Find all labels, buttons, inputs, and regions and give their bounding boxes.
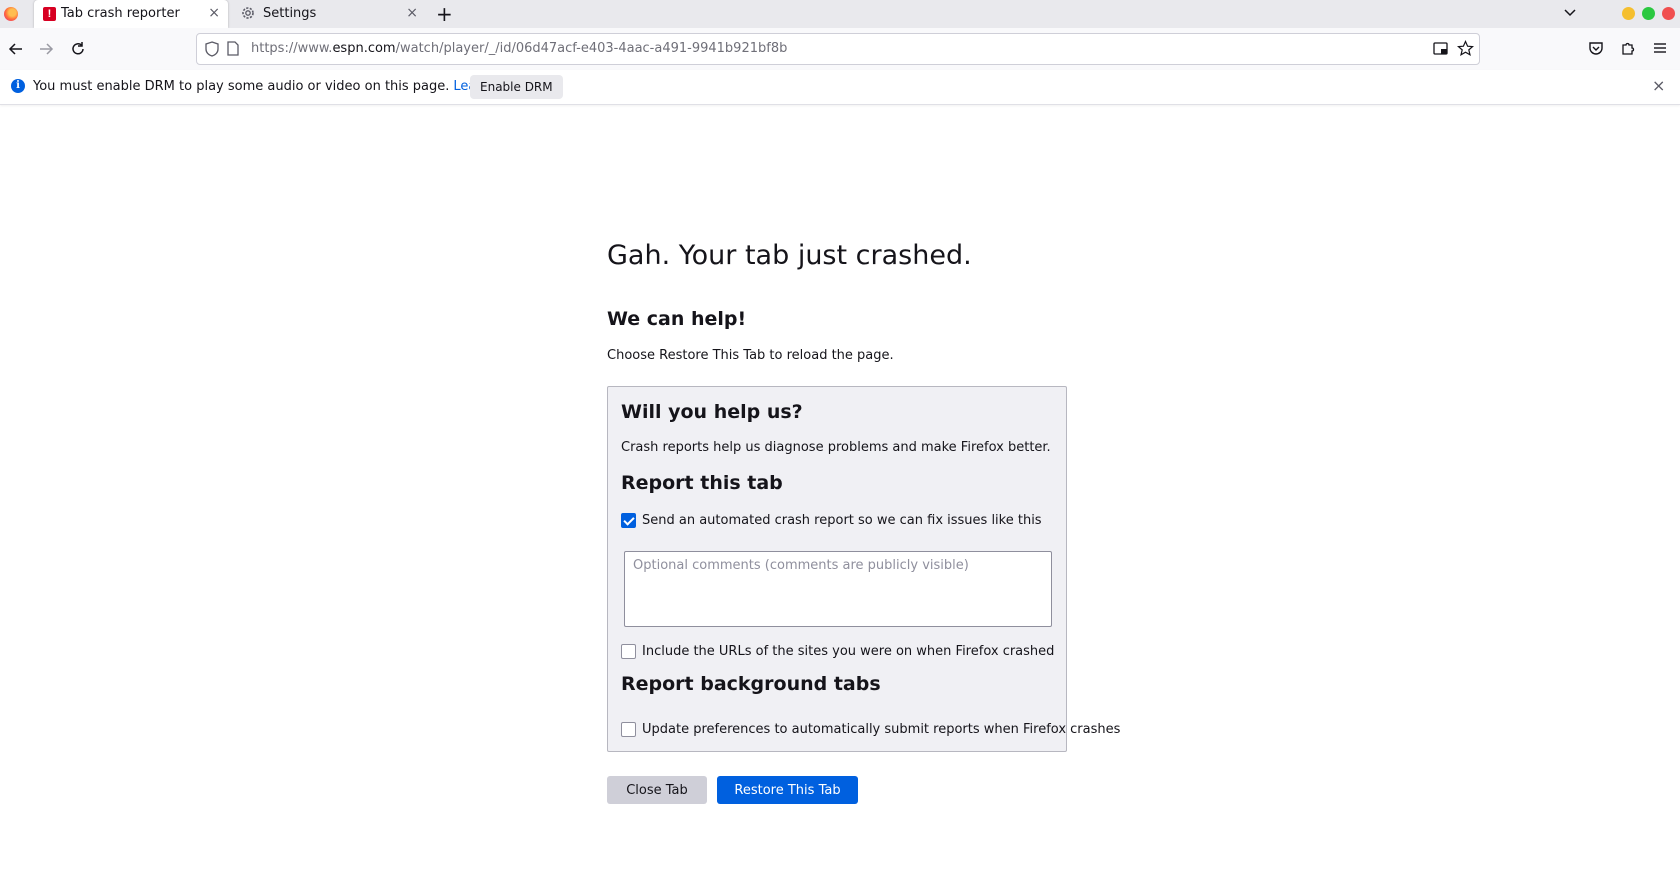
maximize-button[interactable] xyxy=(1642,7,1655,20)
close-notification-icon[interactable]: × xyxy=(1652,76,1665,95)
send-report-label[interactable]: Send an automated crash report so we can… xyxy=(642,513,1042,528)
info-icon: i xyxy=(11,79,25,93)
tracking-shield-icon[interactable] xyxy=(205,41,219,57)
send-report-checkbox[interactable] xyxy=(621,513,636,528)
crash-report-box: Will you help us? Crash reports help us … xyxy=(607,386,1120,752)
chevron-down-icon[interactable] xyxy=(1562,4,1578,22)
drm-notification-bar: i You must enable DRM to play some audio… xyxy=(0,70,1680,105)
url-text[interactable]: https://www.espn.com/watch/player/_/id/0… xyxy=(251,41,787,56)
tab-strip: ! Tab crash reporter × Settings × + xyxy=(0,0,1680,28)
bookmark-star-icon[interactable] xyxy=(1457,40,1474,57)
background-tabs-heading: Report background tabs xyxy=(621,673,881,695)
new-tab-button[interactable]: + xyxy=(436,2,453,26)
minimize-button[interactable] xyxy=(1622,7,1635,20)
url-bar[interactable]: https://www.espn.com/watch/player/_/id/0… xyxy=(196,33,1480,65)
tab-label: Tab crash reporter xyxy=(61,6,180,21)
auto-submit-row[interactable]: Update preferences to automatically subm… xyxy=(621,722,1120,737)
include-urls-row[interactable]: Include the URLs of the sites you were o… xyxy=(621,644,1054,659)
crash-warning-icon: ! xyxy=(43,7,56,21)
close-window-button[interactable] xyxy=(1662,7,1675,20)
drm-message: You must enable DRM to play some audio o… xyxy=(33,79,528,94)
hamburger-menu-icon[interactable] xyxy=(1652,40,1668,56)
back-arrow-icon[interactable] xyxy=(5,38,27,60)
page-info-icon[interactable] xyxy=(227,41,239,56)
tab-crash-reporter[interactable]: ! Tab crash reporter × xyxy=(34,0,228,28)
auto-submit-label[interactable]: Update preferences to automatically subm… xyxy=(642,722,1120,737)
help-us-heading: Will you help us? xyxy=(621,401,803,423)
crash-report-description: Crash reports help us diagnose problems … xyxy=(621,440,1051,455)
restore-tab-button[interactable]: Restore This Tab xyxy=(717,776,858,804)
firefox-logo-icon[interactable] xyxy=(4,7,18,21)
page-title: Gah. Your tab just crashed. xyxy=(607,240,972,271)
auto-submit-checkbox[interactable] xyxy=(621,722,636,737)
close-tab-icon[interactable]: × xyxy=(208,5,220,21)
enable-drm-button[interactable]: Enable DRM xyxy=(470,75,563,99)
send-report-row[interactable]: Send an automated crash report so we can… xyxy=(621,513,1042,528)
reload-icon[interactable] xyxy=(67,38,89,60)
comments-textarea[interactable] xyxy=(624,551,1052,627)
restore-instruction: Choose Restore This Tab to reload the pa… xyxy=(607,348,894,363)
navigation-toolbar: https://www.espn.com/watch/player/_/id/0… xyxy=(0,28,1680,70)
extensions-puzzle-icon[interactable] xyxy=(1620,40,1636,56)
tab-settings[interactable]: Settings × xyxy=(236,0,426,28)
tab-label: Settings xyxy=(263,6,317,21)
page-subtitle: We can help! xyxy=(607,308,747,330)
close-tab-icon[interactable]: × xyxy=(406,5,418,21)
gear-icon xyxy=(242,7,254,19)
report-tab-heading: Report this tab xyxy=(621,472,783,494)
include-urls-checkbox[interactable] xyxy=(621,644,636,659)
pocket-icon[interactable] xyxy=(1588,40,1604,56)
close-tab-button[interactable]: Close Tab xyxy=(607,776,707,804)
include-urls-label[interactable]: Include the URLs of the sites you were o… xyxy=(642,644,1054,659)
picture-in-picture-icon[interactable] xyxy=(1433,41,1449,57)
forward-arrow-icon[interactable] xyxy=(35,38,57,60)
